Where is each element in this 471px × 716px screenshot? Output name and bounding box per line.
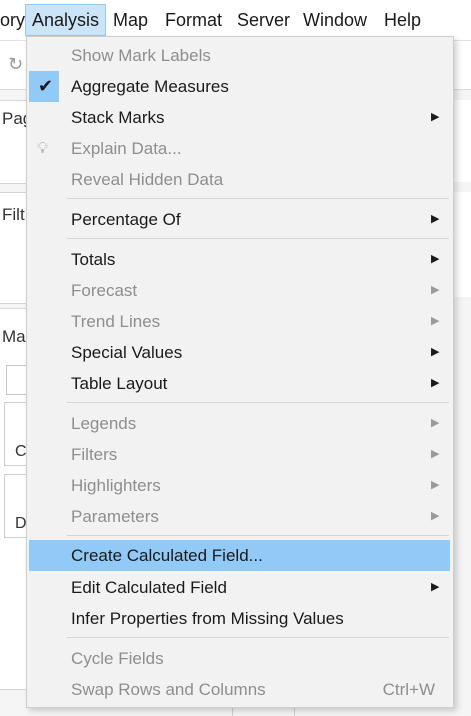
filters-label: Filt: [2, 205, 25, 224]
analysis-menu: Show Mark Labels ✔ Aggregate Measures St…: [26, 36, 454, 708]
menu-item-forecast[interactable]: Forecast ▶: [27, 275, 453, 306]
menu-item-swap-rows-and-columns[interactable]: Swap Rows and Columns Ctrl+W: [27, 674, 453, 705]
menu-item-totals[interactable]: Totals ▶: [27, 244, 453, 275]
menu-item-highlighters[interactable]: Highlighters ▶: [27, 470, 453, 501]
submenu-arrow-icon: ▶: [431, 479, 440, 491]
refresh-icon[interactable]: ↻: [8, 54, 28, 74]
check-indicator: ✔: [29, 71, 59, 102]
menu-item-label: Create Calculated Field...: [71, 546, 263, 565]
menu-item-aggregate-measures[interactable]: ✔ Aggregate Measures: [27, 71, 453, 102]
menu-map[interactable]: Map: [107, 5, 154, 35]
menu-item-special-values[interactable]: Special Values ▶: [27, 337, 453, 368]
menu-item-label: Parameters: [71, 507, 159, 526]
menu-item-infer-properties[interactable]: Infer Properties from Missing Values: [27, 603, 453, 634]
menu-item-trend-lines[interactable]: Trend Lines ▶: [27, 306, 453, 337]
menu-window[interactable]: Window: [297, 5, 373, 35]
submenu-arrow-icon: ▶: [431, 315, 440, 327]
detail-mark-label: D: [15, 515, 27, 532]
lightbulb-icon: 💡︎: [37, 140, 49, 157]
submenu-arrow-icon: ▶: [431, 213, 440, 225]
menu-item-label: Swap Rows and Columns: [71, 680, 266, 699]
menu-separator: [67, 402, 449, 403]
menu-item-shortcut: Ctrl+W: [382, 680, 435, 699]
submenu-arrow-icon: ▶: [431, 448, 440, 460]
menu-separator: [67, 637, 449, 638]
submenu-arrow-icon: ▶: [431, 510, 440, 522]
menu-item-table-layout[interactable]: Table Layout ▶: [27, 368, 453, 399]
menu-item-label: Filters: [71, 445, 118, 464]
menu-separator: [67, 535, 449, 536]
menu-item-percentage-of[interactable]: Percentage Of ▶: [27, 204, 453, 235]
menu-item-label: Highlighters: [71, 476, 161, 495]
menu-item-legends[interactable]: Legends ▶: [27, 408, 453, 439]
menu-item-label: Explain Data...: [71, 139, 182, 158]
menu-item-label: Percentage Of: [71, 210, 181, 229]
submenu-arrow-icon: ▶: [431, 377, 440, 389]
checkmark-icon: ✔: [38, 76, 54, 96]
marks-label: Ma: [2, 327, 26, 346]
submenu-arrow-icon: ▶: [431, 581, 440, 593]
menu-item-reveal-hidden-data[interactable]: Reveal Hidden Data: [27, 164, 453, 195]
submenu-arrow-icon: ▶: [431, 253, 440, 265]
submenu-arrow-icon: ▶: [431, 346, 440, 358]
submenu-arrow-icon: ▶: [431, 417, 440, 429]
menu-item-label: Infer Properties from Missing Values: [71, 609, 344, 628]
menu-item-label: Trend Lines: [71, 312, 161, 331]
submenu-arrow-icon: ▶: [431, 111, 440, 123]
menu-analysis[interactable]: Analysis: [25, 4, 107, 36]
menu-item-explain-data[interactable]: 💡︎ Explain Data...: [27, 133, 453, 164]
menu-format[interactable]: Format: [159, 5, 228, 35]
menu-server[interactable]: Server: [231, 5, 296, 35]
menu-item-show-mark-labels[interactable]: Show Mark Labels: [27, 40, 453, 71]
menu-item-label: Table Layout: [71, 374, 168, 393]
menu-separator: [67, 198, 449, 199]
menu-separator: [67, 238, 449, 239]
menu-item-label: Totals: [71, 250, 116, 269]
menu-item-label: Forecast: [71, 281, 138, 300]
color-mark-label: C: [15, 443, 27, 460]
menu-item-filters[interactable]: Filters ▶: [27, 439, 453, 470]
menu-item-label: Aggregate Measures: [71, 77, 229, 96]
menu-item-cycle-fields[interactable]: Cycle Fields: [27, 643, 453, 674]
menu-item-label: Show Mark Labels: [71, 46, 211, 65]
menu-item-parameters[interactable]: Parameters ▶: [27, 501, 453, 532]
menu-item-label: Special Values: [71, 343, 183, 362]
menu-item-stack-marks[interactable]: Stack Marks ▶: [27, 102, 453, 133]
menu-item-label: Cycle Fields: [71, 649, 164, 668]
menu-item-label: Reveal Hidden Data: [71, 170, 224, 189]
menu-item-label: Edit Calculated Field: [71, 578, 227, 597]
menu-item-label: Legends: [71, 414, 137, 433]
menubar: ory Analysis Map Format Server Window He…: [0, 0, 471, 41]
menu-item-label: Stack Marks: [71, 108, 165, 127]
menu-item-edit-calculated-field[interactable]: Edit Calculated Field ▶: [27, 572, 453, 603]
submenu-arrow-icon: ▶: [431, 284, 440, 296]
menu-help[interactable]: Help: [378, 5, 427, 35]
menu-item-create-calculated-field[interactable]: Create Calculated Field...: [29, 540, 450, 571]
